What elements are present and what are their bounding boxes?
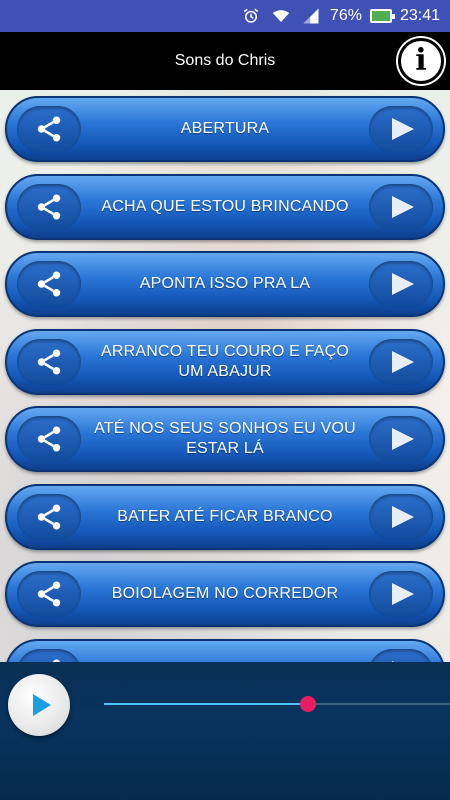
clock: 23:41 (399, 7, 440, 24)
sound-label: ABERTURA (180, 120, 270, 137)
share-button[interactable] (17, 493, 81, 540)
alarm-icon (240, 7, 262, 25)
info-icon: i (415, 43, 427, 78)
battery-percent: 76% (329, 7, 362, 24)
play-button[interactable] (369, 106, 433, 152)
share-button[interactable] (17, 416, 81, 462)
sound-item[interactable]: APONTA ISSO PRA LA (5, 251, 445, 317)
play-icon (392, 505, 414, 528)
play-icon (392, 195, 414, 218)
play-button[interactable] (369, 261, 433, 307)
share-icon (37, 271, 61, 297)
sound-item[interactable]: ATÉ NOS SEUS SONHOS EU VOU ESTAR LÁ (5, 406, 445, 472)
sound-item[interactable]: BATER ATÉ FICAR BRANCO (5, 483, 445, 550)
wifi-icon (270, 7, 292, 25)
sound-item[interactable] (5, 638, 445, 663)
sound-label: BATER ATÉ FICAR BRANCO (117, 507, 333, 525)
play-button[interactable] (369, 183, 433, 230)
share-icon (37, 504, 61, 529)
play-icon (392, 350, 414, 373)
share-button[interactable] (17, 261, 81, 307)
status-bar: 76% 23:41 (0, 0, 450, 32)
seek-thumb[interactable] (300, 696, 317, 712)
share-icon (37, 581, 61, 607)
sound-item[interactable]: ACHA QUE ESTOU BRINCANDO (5, 173, 445, 240)
play-button[interactable] (369, 648, 433, 662)
play-icon (32, 694, 51, 716)
sound-label: ATÉ NOS SEUS SONHOS EU VOU ESTAR LÁ (94, 420, 356, 457)
sound-item[interactable]: BOIOLAGEM NO CORREDOR (5, 561, 445, 627)
sound-item[interactable]: ARRANCO TEU COURO E FAÇO UM ABAJUR (5, 328, 445, 395)
info-button[interactable]: i (398, 38, 444, 84)
sound-label: ACHA QUE ESTOU BRINCANDO (101, 197, 349, 215)
player-play-button[interactable] (8, 674, 70, 736)
play-icon (392, 118, 414, 140)
play-icon (392, 273, 414, 295)
sound-label: ARRANCO TEU COURO E FAÇO UM ABAJUR (100, 342, 350, 380)
play-icon (392, 583, 414, 605)
battery-charging-icon (369, 9, 395, 23)
share-button[interactable] (17, 106, 81, 152)
play-button[interactable] (369, 571, 433, 617)
share-button[interactable] (17, 648, 81, 662)
share-icon (37, 116, 61, 142)
share-icon (37, 194, 61, 219)
signal-icon (300, 7, 322, 25)
play-button[interactable] (369, 416, 433, 462)
seek-bar[interactable] (104, 696, 450, 712)
share-button[interactable] (17, 183, 81, 230)
share-button[interactable] (17, 338, 81, 385)
play-button[interactable] (369, 338, 433, 385)
seek-progress (104, 703, 309, 705)
share-icon (37, 426, 61, 452)
app-bar: Sons do Chris i (0, 32, 450, 90)
share-icon (37, 349, 61, 374)
share-button[interactable] (17, 571, 81, 617)
audio-player (0, 662, 450, 800)
sound-label: BOIOLAGEM NO CORREDOR (111, 585, 339, 602)
sound-list-container[interactable]: ABERTURA ACHA QUE ESTOU BRINCANDO APONTA I… (0, 90, 450, 662)
sound-item[interactable]: ABERTURA (5, 96, 445, 162)
play-button[interactable] (369, 493, 433, 540)
sound-label (87, 641, 363, 663)
sound-label: APONTA ISSO PRA LA (139, 275, 311, 292)
play-icon (392, 428, 414, 450)
app-title: Sons do Chris (174, 52, 276, 69)
